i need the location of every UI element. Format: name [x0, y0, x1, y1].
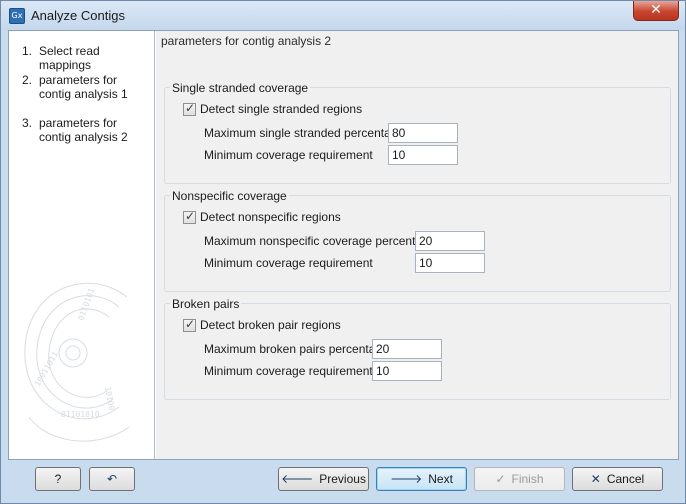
close-button[interactable]: ✕: [633, 1, 679, 21]
check-icon: ✓: [495, 472, 506, 486]
min-coverage-input-1[interactable]: 10: [388, 145, 458, 165]
svg-text:01101010: 01101010: [61, 410, 100, 419]
svg-text:10100: 10100: [103, 386, 116, 411]
next-label: Next: [428, 472, 453, 486]
group-title: Broken pairs: [170, 297, 242, 311]
field-label: Maximum broken pairs percentage: [204, 342, 389, 356]
window-title: Analyze Contigs: [31, 8, 125, 23]
finish-button[interactable]: ✓ Finish: [474, 467, 565, 491]
min-coverage-input-3[interactable]: 10: [372, 361, 442, 381]
min-coverage-input-2[interactable]: 10: [415, 253, 485, 273]
step-label: Select read mappings: [39, 44, 100, 72]
close-x-icon: ✕: [590, 472, 601, 486]
arrow-left-icon: 🡐: [281, 472, 314, 486]
cancel-button[interactable]: ✕ Cancel: [572, 467, 663, 491]
dialog-client: 1. Select read mappings 2. parameters fo…: [8, 30, 679, 460]
step-number: 2.: [22, 73, 33, 87]
page-title: parameters for contig analysis 2: [161, 34, 332, 48]
arrow-right-icon: 🡒: [390, 472, 423, 486]
group-title: Single stranded coverage: [170, 81, 311, 95]
help-label: ?: [54, 472, 62, 486]
field-label: Minimum coverage requirement: [204, 256, 373, 270]
checkbox-label[interactable]: Detect single stranded regions: [200, 102, 362, 116]
field-label: Minimum coverage requirement: [204, 148, 373, 162]
detect-single-stranded-checkbox[interactable]: ✓: [183, 101, 196, 116]
max-single-stranded-percentage-input[interactable]: 80: [388, 123, 458, 143]
step-number: 3.: [22, 116, 33, 130]
field-label: Maximum nonspecific coverage percentage: [204, 234, 436, 248]
next-button[interactable]: 🡒 Next: [376, 467, 467, 491]
reset-button[interactable]: ↶: [89, 467, 135, 491]
detect-nonspecific-checkbox[interactable]: ✓: [183, 209, 196, 224]
detect-broken-pairs-checkbox[interactable]: ✓: [183, 317, 196, 332]
step-label: parameters for contig analysis 1: [39, 73, 128, 101]
checkbox-label[interactable]: Detect broken pair regions: [200, 318, 341, 332]
field-label: Minimum coverage requirement: [204, 364, 373, 378]
finish-label: Finish: [511, 472, 544, 486]
field-label: Maximum single stranded percentage: [204, 126, 405, 140]
wizard-steps-panel: 1. Select read mappings 2. parameters fo…: [9, 31, 155, 459]
checkmark-icon: ✓: [185, 317, 196, 331]
parameters-panel: parameters for contig analysis 2 Single …: [156, 31, 678, 459]
decorative-swirl-image: 0110101 10011011 01101010 10100: [24, 282, 130, 442]
max-broken-pairs-percentage-input[interactable]: 20: [372, 339, 442, 359]
checkmark-icon: ✓: [185, 209, 196, 223]
step-number: 1.: [22, 44, 33, 58]
previous-label: Previous: [319, 472, 366, 486]
checkbox-label[interactable]: Detect nonspecific regions: [200, 210, 341, 224]
max-nonspecific-percentage-input[interactable]: 20: [415, 231, 485, 251]
undo-icon: ↶: [106, 472, 118, 486]
cancel-label: Cancel: [606, 472, 645, 486]
title-bar[interactable]: Gx Analyze Contigs ✕: [1, 1, 685, 30]
step-label: parameters for contig analysis 2: [39, 116, 128, 144]
previous-button[interactable]: 🡐 Previous: [278, 467, 369, 491]
checkmark-icon: ✓: [185, 101, 196, 115]
dialog-window: Gx Analyze Contigs ✕ 1. Select read mapp…: [0, 0, 686, 504]
help-button[interactable]: ?: [35, 467, 81, 491]
svg-text:0110101: 0110101: [76, 287, 96, 322]
group-title: Nonspecific coverage: [170, 189, 289, 203]
app-icon: Gx: [9, 8, 25, 24]
